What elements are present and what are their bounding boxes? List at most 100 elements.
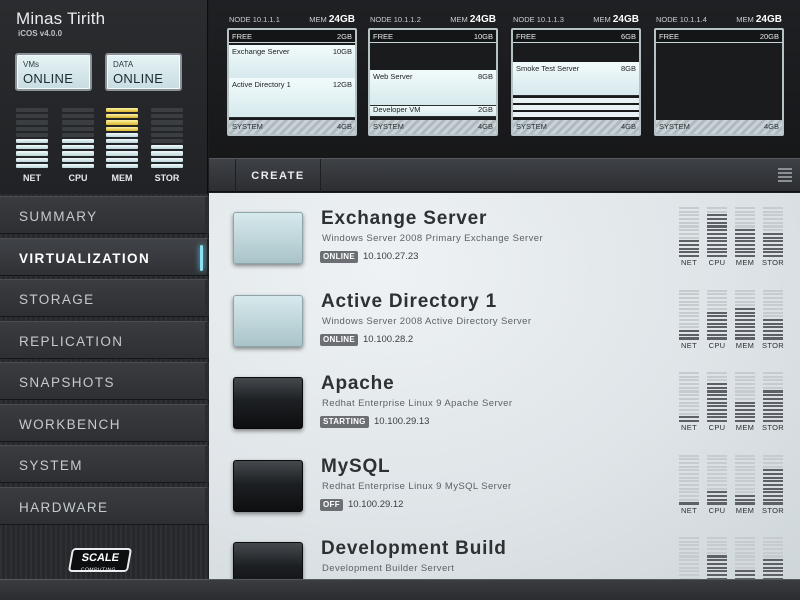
meter-segment [763, 375, 783, 378]
meter-segment [707, 408, 727, 411]
create-button[interactable]: CREATE [235, 159, 321, 192]
node-name: NODE 10.1.1.3 [513, 15, 564, 24]
node-vm-size: 8GB [477, 72, 493, 81]
memory-stripe [513, 98, 639, 103]
node-vm-size: 12GB [332, 80, 352, 89]
meter-segment [763, 293, 783, 296]
vm-list-item[interactable]: Exchange Server Windows Server 2008 Prima… [209, 193, 800, 269]
meter-segment [707, 555, 727, 558]
meter-segment [763, 243, 783, 246]
vms-status-value: ONLINE [23, 71, 74, 86]
meter-segment [151, 139, 183, 144]
meter-segment [735, 559, 755, 562]
meter-segment [707, 544, 727, 547]
vm-screen-thumbnail[interactable] [233, 542, 303, 579]
node-vm-row[interactable]: Developer VM 2GB [370, 105, 496, 117]
cluster-meter-label: CPU [68, 173, 88, 183]
sidebar-item-label: SUMMARY [19, 209, 98, 224]
meter-segment [735, 461, 755, 464]
meter-segment [679, 408, 699, 411]
sidebar-item-summary[interactable]: SUMMARY [0, 196, 211, 234]
sidebar-item-snapshots[interactable]: SNAPSHOTS [0, 362, 211, 400]
meter-segment [763, 229, 783, 232]
node-vm-row[interactable]: Exchange Server 10GB [229, 45, 355, 79]
meter-segment [707, 540, 727, 543]
vm-ip-address: 10.100.28.2 [363, 333, 414, 345]
meter-segment [735, 390, 755, 393]
meter-segment [763, 319, 783, 322]
meter-segment [763, 236, 783, 239]
meter-segment [735, 232, 755, 235]
node-memory-map[interactable]: FREE 2GB Exchange Server 10GB Active Directo… [227, 28, 357, 136]
vm-meter-stor [763, 289, 783, 340]
node-mem-label: MEM [736, 15, 754, 24]
vm-list-item[interactable]: Apache Redhat Enterprise Linux 9 Apache S… [209, 352, 800, 434]
sidebar-item-hardware[interactable]: HARDWARE [0, 486, 211, 525]
meter-segment [62, 163, 94, 169]
vm-meter-label: STOR [762, 340, 784, 350]
meter-segment [735, 416, 755, 419]
vm-name: Development Build [321, 538, 507, 559]
node-memory-map[interactable]: FREE 6GB Smoke Test Server 8GB SYSTEM 4GB [511, 28, 641, 136]
node-memory-map[interactable]: FREE 20GB SYSTEM 4GB [654, 28, 784, 136]
node-vm-row[interactable]: Web Server 8GB [370, 70, 496, 106]
vm-screen-thumbnail[interactable] [233, 377, 303, 429]
node-mem: MEM 24GB [593, 14, 639, 25]
meter-segment [679, 333, 699, 336]
meter-segment [106, 120, 138, 125]
meter-segment [16, 145, 48, 150]
meter-segment [735, 383, 755, 386]
meter-segment [735, 300, 755, 303]
data-status-box[interactable]: DATA ONLINE [105, 53, 182, 91]
vm-list-item[interactable]: Active Directory 1 Windows Server 2008 Ac… [209, 270, 800, 352]
meter-segment [763, 315, 783, 318]
meter-segment [763, 218, 783, 221]
node-vm-row[interactable]: Active Directory 1 12GB [229, 78, 355, 118]
vm-meter-cpu [707, 537, 727, 579]
vm-resource-meters: NETCPUMEMSTOR [675, 537, 791, 579]
vm-meter-label: STOR [762, 258, 784, 267]
vms-status-box[interactable]: VMs ONLINE [15, 53, 92, 91]
nodes-panel: NODE 10.1.1.1 MEM 24GB FREE 2GB Exchange Ser… [209, 0, 800, 158]
meter-segment [679, 544, 699, 547]
meter-segment [707, 573, 727, 576]
meter-segment [735, 240, 755, 243]
data-status-label: DATA [113, 60, 134, 69]
vm-screen-thumbnail[interactable] [233, 212, 303, 264]
meter-segment [707, 383, 727, 386]
meter-segment [735, 304, 755, 307]
meter-segment [679, 254, 699, 258]
system-label: SYSTEM [232, 122, 263, 131]
meter-segment [763, 480, 783, 483]
sidebar-item-storage[interactable]: STORAGE [0, 279, 211, 317]
node-card: NODE 10.1.1.3 MEM 24GB FREE 6GB Smoke Test S… [511, 14, 641, 136]
meter-segment [707, 472, 727, 476]
sidebar-item-workbench[interactable]: WORKBENCH [0, 403, 211, 442]
node-vm-name: Active Directory 1 [232, 80, 291, 89]
meter-segment [62, 114, 94, 119]
cluster-meter-cpu [62, 108, 94, 169]
meter-segment [679, 562, 699, 565]
vm-screen-thumbnail[interactable] [233, 294, 303, 347]
meter-segment [763, 232, 783, 235]
meter-segment [707, 416, 727, 419]
meter-segment [679, 537, 699, 540]
node-memory-map[interactable]: FREE 10GB Web Server 8GB Developer VM 2GB SYST… [368, 28, 498, 136]
sidebar-item-label: SYSTEM [19, 458, 83, 473]
meter-segment [679, 383, 699, 386]
meter-segment [707, 454, 727, 457]
vm-screen-thumbnail[interactable] [233, 459, 303, 512]
vm-name: Active Directory 1 [321, 290, 497, 312]
sidebar-item-virtualization[interactable]: VIRTUALIZATION [0, 237, 215, 276]
vm-list-item[interactable]: Development Build Development Builder Ser… [209, 517, 800, 579]
meter-segment [62, 120, 94, 125]
vm-meter-net [679, 537, 699, 579]
sidebar-item-system[interactable]: SYSTEM [0, 445, 211, 483]
menu-icon[interactable] [778, 168, 792, 183]
meter-segment [679, 307, 699, 311]
node-vm-row[interactable]: Smoke Test Server 8GB [513, 62, 639, 96]
vm-list-item[interactable]: MySQL Redhat Enterprise Linux 9 MySQL Ser… [209, 435, 800, 517]
meter-segment [679, 247, 699, 250]
sidebar-item-replication[interactable]: REPLICATION [0, 320, 211, 359]
meter-segment [707, 548, 727, 551]
